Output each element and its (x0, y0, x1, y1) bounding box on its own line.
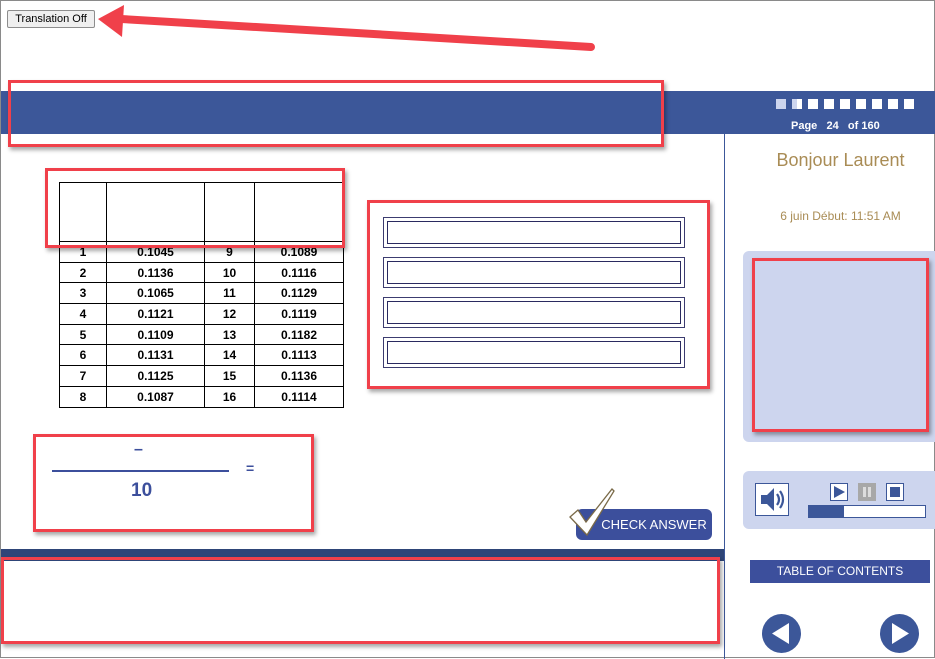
progress-dot (808, 99, 818, 109)
checkmark-icon (569, 488, 615, 537)
previous-page-button[interactable] (762, 614, 801, 653)
table-cell: 12 (204, 303, 255, 325)
page-label: Page (791, 120, 818, 132)
annotation-box (33, 434, 314, 532)
progress-dot (824, 99, 834, 109)
audio-progress-fill (809, 506, 844, 517)
table-of-contents-button[interactable]: TABLE OF CONTENTS (750, 560, 930, 583)
table-cell: 0.1121 (106, 303, 205, 325)
table-cell: 8 (59, 385, 107, 408)
greeting: Bonjour Laurent (776, 150, 905, 170)
table-cell: 11 (204, 282, 255, 305)
table-cell: 0.1136 (106, 261, 205, 284)
table-cell: 0.1114 (254, 385, 344, 408)
play-icon[interactable] (830, 483, 848, 501)
table-cell: 0.1116 (254, 261, 344, 284)
table-row: 5 0.1109 13 0.1182 (59, 323, 344, 346)
table-cell: 13 (204, 323, 255, 346)
table-row: 4 0.1121 12 0.1119 (59, 303, 344, 325)
annotation-arrow-icon (98, 5, 595, 51)
progress-dot (776, 99, 786, 109)
table-cell: 0.1131 (106, 344, 205, 367)
table-cell: 0.1129 (254, 282, 344, 305)
next-page-button[interactable] (880, 614, 919, 653)
table-cell: 3 (59, 282, 107, 305)
page-indicator: Page 24 of 160 (791, 120, 880, 132)
annotation-box (45, 168, 345, 248)
page-progress-dots (776, 99, 914, 109)
table-cell: 0.1136 (254, 365, 344, 387)
progress-dot (872, 99, 882, 109)
progress-dot (888, 99, 898, 109)
table-cell: 15 (204, 365, 255, 387)
table-cell: 0.1087 (106, 385, 205, 408)
table-cell: 0.1182 (254, 323, 344, 346)
table-cell: 0.1125 (106, 365, 205, 387)
annotation-box (367, 200, 710, 389)
stop-icon[interactable] (886, 483, 904, 501)
table-row: 8 0.1087 16 0.1114 (59, 385, 344, 408)
table-cell: 5 (59, 323, 107, 346)
annotation-box (1, 557, 720, 644)
table-row: 3 0.1065 11 0.1129 (59, 282, 344, 305)
table-cell: 10 (204, 261, 255, 284)
pause-icon[interactable] (858, 483, 876, 501)
audio-player (743, 471, 935, 529)
progress-dot (792, 99, 802, 109)
table-cell: 2 (59, 261, 107, 284)
table-cell: 0.1065 (106, 282, 205, 305)
audio-progress-bar[interactable] (808, 505, 926, 518)
table-cell: 7 (59, 365, 107, 387)
table-row: 7 0.1125 15 0.1136 (59, 365, 344, 387)
table-cell: 0.1119 (254, 303, 344, 325)
session-start: 6 juin Début: 11:51 AM (780, 209, 901, 223)
table-cell: 6 (59, 344, 107, 367)
speaker-icon[interactable] (755, 483, 789, 516)
progress-dot (856, 99, 866, 109)
sidebar-divider (724, 134, 725, 659)
progress-dot (904, 99, 914, 109)
table-row: 6 0.1131 14 0.1113 (59, 344, 344, 367)
progress-dot (840, 99, 850, 109)
table-cell: 0.1113 (254, 344, 344, 367)
annotation-box (8, 80, 664, 147)
table-cell: 4 (59, 303, 107, 325)
table-cell: 0.1109 (106, 323, 205, 346)
table-cell: 14 (204, 344, 255, 367)
translation-toggle-button[interactable]: Translation Off (7, 10, 95, 28)
page-current: 24 (826, 120, 839, 132)
table-cell: 16 (204, 385, 255, 408)
page-of: of (847, 120, 859, 132)
annotation-box (752, 258, 929, 432)
table-row: 2 0.1136 10 0.1116 (59, 261, 344, 284)
page-total: 160 (861, 120, 880, 132)
